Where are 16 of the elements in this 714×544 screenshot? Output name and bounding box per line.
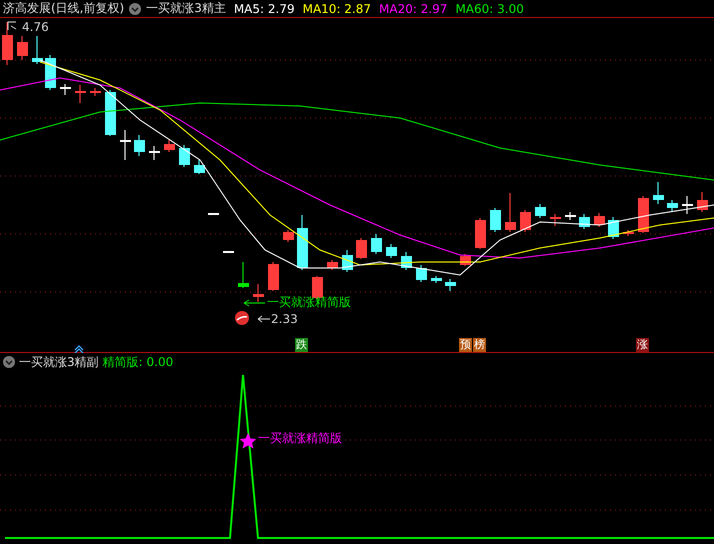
price-label: 4.76 xyxy=(22,20,49,34)
signal-marker: 预 xyxy=(459,338,472,352)
ma-reading: MA20: 2.97 xyxy=(379,2,448,16)
indicator-name: 一买就涨3精副 xyxy=(19,354,99,370)
indicator-reading: 精简版: 0.00 xyxy=(102,354,174,370)
price-label: 2.33 xyxy=(271,312,298,326)
signal-marker: 榜 xyxy=(473,338,486,352)
signal-marker: 跌 xyxy=(295,338,308,352)
signal-marker: 涨 xyxy=(636,338,649,352)
indicator-name: 一买就涨3精主 xyxy=(146,0,226,17)
ma-reading: MA5: 2.79 xyxy=(234,2,295,16)
signal-label: 一买就涨精简版 xyxy=(258,431,342,445)
ma-reading: MA10: 2.87 xyxy=(302,2,372,16)
ma-reading: MA60: 3.00 xyxy=(455,2,524,16)
signal-label: 一买就涨精简版 xyxy=(267,295,351,309)
stock-title: 济高发展(日线,前复权) xyxy=(3,0,124,17)
